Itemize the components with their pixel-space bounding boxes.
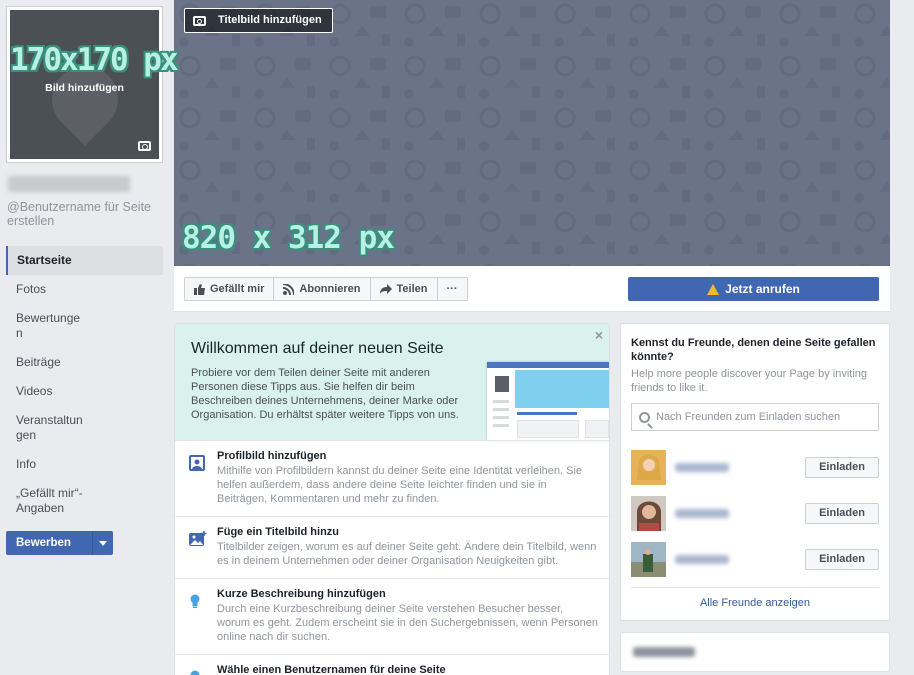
tip-description: Durch eine Kurzbeschreibung deiner Seite… (217, 603, 598, 643)
profile-picture[interactable]: Bild hinzufügen (6, 6, 163, 163)
secondary-card (620, 632, 890, 672)
tip-username[interactable]: Wähle einen Benutzernamen für deine Seit… (175, 654, 609, 675)
avatar[interactable] (631, 496, 666, 531)
avatar[interactable] (631, 542, 666, 577)
friend-name-blurred[interactable] (675, 509, 729, 518)
friend-search-placeholder: Nach Freunden zum Einladen suchen (656, 411, 841, 423)
add-cover-photo-button[interactable]: Titelbild hinzufügen (184, 8, 333, 33)
invite-button[interactable]: Einladen (805, 503, 879, 524)
profile-picture-placeholder[interactable]: Bild hinzufügen (10, 10, 159, 159)
like-button[interactable]: Gefällt mir (185, 278, 275, 300)
camera-icon (193, 15, 206, 26)
tip-title[interactable]: Füge ein Titelbild hinzu (217, 526, 599, 538)
invite-button[interactable]: Einladen (805, 457, 879, 478)
friend-row: Einladen (631, 450, 879, 486)
sidebar-item-startseite[interactable]: Startseite (6, 246, 163, 275)
friend-row: Einladen (631, 542, 879, 578)
friend-search-input[interactable]: Nach Freunden zum Einladen suchen (631, 403, 879, 431)
close-icon[interactable]: × (595, 327, 603, 343)
warning-icon (707, 283, 720, 295)
friend-row: Einladen (631, 496, 879, 532)
share-label: Teilen (396, 283, 428, 295)
card-title-blurred (633, 647, 695, 657)
lightbulb-icon (190, 594, 200, 608)
add-cover-photo-label: Titelbild hinzufügen (218, 14, 322, 26)
profile-photo-icon (189, 455, 205, 471)
sidebar-item-bewertungen[interactable]: Bewertungen (6, 304, 94, 348)
see-all-friends-link[interactable]: Alle Freunde anzeigen (621, 597, 889, 609)
sidebar-item-gefaellt-mir[interactable]: „Gefällt mir“-Angaben (6, 479, 102, 523)
create-username-link[interactable]: @Benutzername für Seite erstellen (7, 200, 157, 228)
cover-dimension-annotation: 820 x 312 px (182, 220, 395, 256)
chevron-down-icon[interactable] (99, 541, 107, 546)
share-button[interactable]: Teilen (371, 278, 438, 300)
sidebar-item-fotos[interactable]: Fotos (6, 275, 163, 304)
welcome-title: Willkommen auf deiner neuen Seite (191, 340, 444, 357)
tip-profile-picture[interactable]: Profilbild hinzufügen Mithilfe von Profi… (175, 440, 609, 516)
promote-button[interactable]: Bewerben (6, 531, 113, 555)
share-arrow-icon (379, 284, 392, 294)
add-profile-picture-label[interactable]: Bild hinzufügen (10, 82, 159, 94)
call-now-label: Jetzt anrufen (725, 282, 800, 296)
search-icon (639, 411, 650, 423)
page-action-bar: Gefällt mir Abonnieren Teilen ··· Jetzt … (174, 266, 890, 312)
page-name-blurred (8, 176, 130, 192)
more-options-button[interactable]: ··· (438, 278, 467, 300)
promote-label: Bewerben (16, 537, 71, 549)
rss-icon (283, 283, 295, 295)
invite-title: Kennst du Freunde, denen deine Seite gef… (631, 337, 876, 363)
page-sidebar-nav: Startseite Fotos Bewertungen Beiträge Vi… (6, 246, 163, 523)
sidebar-item-beitraege[interactable]: Beiträge (6, 348, 163, 377)
sidebar-item-videos[interactable]: Videos (6, 377, 163, 406)
tip-title[interactable]: Wähle einen Benutzernamen für deine Seit… (217, 664, 599, 675)
thumbs-up-icon (194, 283, 205, 295)
welcome-text: Probiere vor dem Teilen deiner Seite mit… (191, 367, 459, 421)
welcome-card: Willkommen auf deiner neuen Seite Probie… (174, 323, 610, 675)
like-label: Gefällt mir (210, 283, 265, 295)
profile-dimension-annotation: 170x170 px (10, 42, 179, 78)
more-dots-icon: ··· (446, 283, 458, 295)
friend-name-blurred[interactable] (675, 463, 729, 472)
follow-label: Abonnieren (299, 283, 361, 295)
lightbulb-icon (190, 670, 200, 675)
tip-description: Titelbilder zeigen, worum es auf deiner … (217, 541, 597, 567)
follow-button[interactable]: Abonnieren (274, 278, 371, 300)
sidebar-item-info[interactable]: Info (6, 450, 163, 479)
welcome-header: Willkommen auf deiner neuen Seite Probie… (175, 324, 609, 440)
call-now-button[interactable]: Jetzt anrufen (628, 277, 879, 301)
tip-description: Mithilfe von Profilbildern kannst du dei… (217, 465, 583, 505)
friend-name-blurred[interactable] (675, 555, 729, 564)
invite-friends-card: Kennst du Freunde, denen deine Seite gef… (620, 323, 890, 621)
tip-cover-photo[interactable]: Füge ein Titelbild hinzu Titelbilder zei… (175, 516, 609, 578)
avatar[interactable] (631, 450, 666, 485)
tip-short-description[interactable]: Kurze Beschreibung hinzufügen Durch eine… (175, 578, 609, 654)
cover-photo-icon (189, 531, 207, 546)
invite-subtitle: Help more people discover your Page by i… (631, 368, 868, 394)
camera-icon[interactable] (138, 141, 151, 151)
sidebar-item-veranstaltungen[interactable]: Veranstaltungen (6, 406, 94, 450)
tip-title[interactable]: Kurze Beschreibung hinzufügen (217, 588, 599, 600)
tip-title[interactable]: Profilbild hinzufügen (217, 450, 599, 462)
invite-button[interactable]: Einladen (805, 549, 879, 570)
page-preview-illustration (487, 362, 609, 440)
action-button-group: Gefällt mir Abonnieren Teilen ··· (184, 277, 468, 301)
